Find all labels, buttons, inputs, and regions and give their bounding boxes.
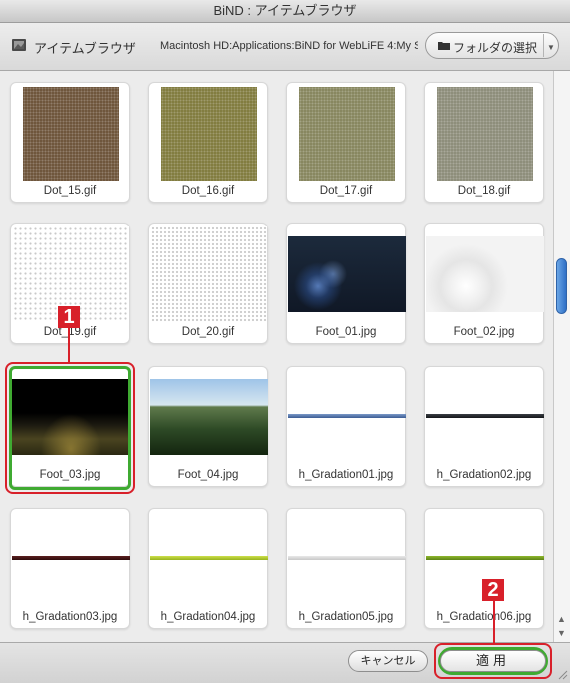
resize-grip-icon[interactable]: [556, 668, 568, 680]
item-tile[interactable]: h_Gradation04.jpg: [148, 508, 268, 629]
item-tile[interactable]: Foot_01.jpg: [286, 223, 406, 344]
toolbar: アイテムブラウザ Macintosh HD:Applications:BiND …: [0, 23, 570, 71]
button-divider: [543, 34, 544, 57]
item-thumbnail: [288, 556, 406, 560]
item-tile[interactable]: h_Gradation02.jpg: [424, 366, 544, 487]
item-thumbnail: [150, 556, 268, 560]
item-label: h_Gradation02.jpg: [436, 469, 532, 481]
window-title: BiND : アイテムブラウザ: [0, 0, 570, 23]
item-label: Dot_17.gif: [319, 185, 373, 197]
item-tile[interactable]: h_Gradation06.jpg: [424, 508, 544, 629]
item-tile[interactable]: h_Gradation03.jpg: [10, 508, 130, 629]
select-folder-button[interactable]: フォルダの選択 ▼: [425, 32, 559, 59]
item-label: Dot_16.gif: [181, 185, 235, 197]
item-thumbnail: [426, 556, 544, 560]
callout-2-frame: [434, 643, 552, 679]
item-thumbnail: [426, 236, 544, 312]
item-thumbnail: [288, 414, 406, 418]
item-thumbnail: [161, 87, 257, 181]
item-thumbnail: [151, 226, 267, 322]
item-label: h_Gradation05.jpg: [298, 611, 394, 623]
item-label: Dot_18.gif: [457, 185, 511, 197]
item-thumbnail: [12, 556, 130, 560]
item-label: h_Gradation01.jpg: [298, 469, 394, 481]
cancel-button[interactable]: キャンセル: [348, 650, 428, 672]
item-label: Foot_02.jpg: [453, 326, 515, 338]
callout-1-line: [68, 328, 70, 362]
item-grid: Dot_15.gif Dot_16.gif Dot_17.gif Dot_18.…: [0, 71, 553, 642]
item-label: h_Gradation04.jpg: [160, 611, 256, 623]
callout-1-badge: 1: [58, 306, 80, 328]
item-tile[interactable]: Dot_18.gif: [424, 82, 544, 203]
scrollbar-thumb[interactable]: [556, 258, 567, 314]
item-label: Foot_01.jpg: [315, 326, 377, 338]
item-tile[interactable]: Foot_04.jpg: [148, 366, 268, 487]
item-thumbnail: [23, 87, 119, 181]
item-thumbnail: [150, 379, 268, 455]
scrollbar-track[interactable]: [553, 71, 570, 642]
item-tile[interactable]: Dot_17.gif: [286, 82, 406, 203]
item-tile[interactable]: h_Gradation05.jpg: [286, 508, 406, 629]
callout-2-badge: 2: [482, 579, 504, 601]
chevron-down-icon[interactable]: ▼: [547, 43, 555, 52]
item-thumbnail: [437, 87, 533, 181]
item-thumbnail: [299, 87, 395, 181]
item-thumbnail: [426, 414, 544, 418]
folder-icon: [438, 42, 450, 50]
select-folder-label: フォルダの選択: [453, 41, 538, 55]
item-tile[interactable]: Foot_02.jpg: [424, 223, 544, 344]
folder-path: Macintosh HD:Applications:BiND for WebLi…: [160, 40, 418, 52]
item-label: h_Gradation06.jpg: [436, 611, 532, 623]
item-label: h_Gradation03.jpg: [22, 611, 118, 623]
item-browser-icon: [12, 39, 26, 51]
item-thumbnail: [288, 236, 406, 312]
item-tile[interactable]: Dot_20.gif: [148, 223, 268, 344]
browser-title: アイテムブラウザ: [34, 41, 136, 56]
scroll-up-arrow-icon[interactable]: ▲: [557, 614, 566, 624]
item-label: Dot_20.gif: [181, 326, 235, 338]
scroll-down-arrow-icon[interactable]: ▼: [557, 628, 566, 638]
item-tile[interactable]: h_Gradation01.jpg: [286, 366, 406, 487]
item-label: Dot_15.gif: [43, 185, 97, 197]
callout-2-line: [493, 601, 495, 643]
item-tile[interactable]: Dot_16.gif: [148, 82, 268, 203]
item-label: Foot_04.jpg: [177, 469, 239, 481]
callout-1-frame: [5, 362, 135, 494]
item-tile[interactable]: Dot_15.gif: [10, 82, 130, 203]
